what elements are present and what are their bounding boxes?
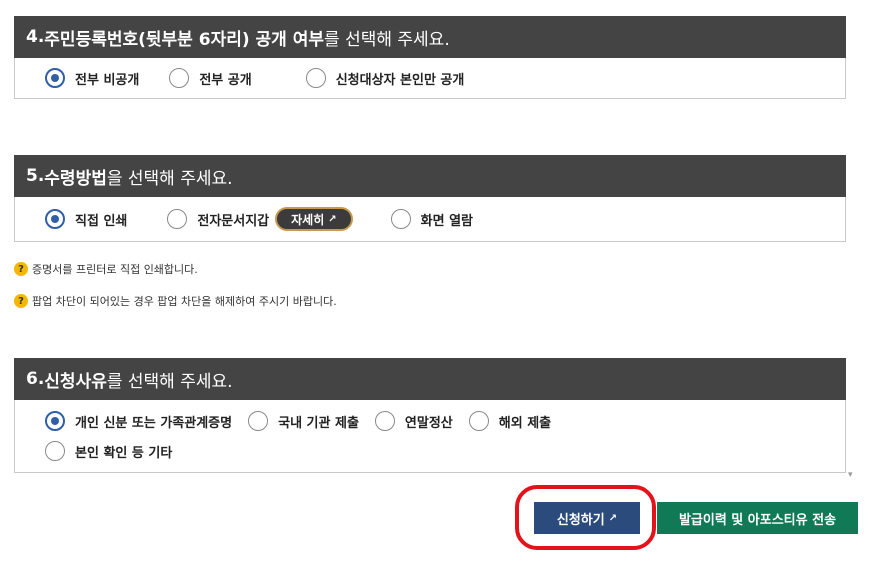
- radio-unchecked-icon[interactable]: [169, 68, 190, 88]
- section-5-title-rest: 을 선택해 주세요.: [106, 168, 233, 189]
- radio-option-direct-print[interactable]: 직접 인쇄: [45, 209, 127, 229]
- external-link-icon: ↗: [608, 512, 618, 524]
- option-label: 전자문서지갑: [197, 213, 270, 229]
- section-4-title-num: 4.: [26, 27, 45, 47]
- apply-button[interactable]: 신청하기 ↗: [534, 502, 640, 534]
- option-label: 화면 열람: [420, 213, 474, 229]
- radio-unchecked-icon[interactable]: [167, 209, 188, 229]
- radio-option-all-private[interactable]: 전부 비공개: [45, 68, 139, 88]
- radio-unchecked-icon[interactable]: [248, 411, 269, 431]
- radio-checked-icon[interactable]: [45, 68, 65, 88]
- section-6-options: 개인 신분 또는 가족관계증명 국내 기관 제출 연말정산 해외 제출 본인 확…: [14, 400, 846, 473]
- section-5-header: 5. 수령방법 을 선택해 주세요.: [14, 155, 846, 197]
- section-6-title-strong: 신청사유: [44, 371, 107, 392]
- radio-checked-icon[interactable]: [45, 209, 65, 229]
- question-icon: ?: [14, 262, 28, 276]
- radio-option-other[interactable]: 본인 확인 등 기타: [45, 441, 172, 461]
- apply-button-label: 신청하기: [556, 512, 605, 528]
- details-button-label: 자세히: [291, 212, 325, 227]
- section-application-reason: 6. 신청사유 를 선택해 주세요. 개인 신분 또는 가족관계증명 국내 기관…: [14, 358, 846, 473]
- radio-unchecked-icon[interactable]: [305, 68, 326, 88]
- section-5-title-strong: 수령방법: [44, 168, 107, 189]
- section-4-title-strong: 주민등록번호(뒷부분 6자리) 공개 여부: [44, 29, 325, 50]
- question-icon: ?: [14, 294, 28, 308]
- section-4-title-rest: 를 선택해 주세요.: [324, 29, 450, 50]
- radio-checked-icon[interactable]: [45, 411, 65, 431]
- option-label: 개인 신분 또는 가족관계증명: [75, 415, 233, 431]
- note-text: 증명서를 프린터로 직접 인쇄합니다.: [32, 263, 198, 276]
- section-5-options: 직접 인쇄 전자문서지갑 자세히 ↗ 화면 열람: [14, 197, 846, 242]
- section-4-header: 4. 주민등록번호(뒷부분 6자리) 공개 여부 를 선택해 주세요.: [14, 16, 846, 58]
- section-5-title-num: 5.: [26, 166, 45, 186]
- option-label: 해외 제출: [498, 415, 552, 431]
- option-label: 신청대상자 본인만 공개: [335, 72, 465, 88]
- radio-unchecked-icon[interactable]: [390, 209, 411, 229]
- option-label: 직접 인쇄: [75, 213, 128, 229]
- option-label: 연말정산: [404, 415, 453, 431]
- note-text: 팝업 차단이 되어있는 경우 팝업 차단을 해제하여 주시기 바랍니다.: [32, 295, 337, 308]
- radio-option-all-public[interactable]: 전부 공개: [169, 68, 252, 88]
- section-6-title-rest: 를 선택해 주세요.: [106, 371, 233, 392]
- section-ssn-disclosure: 4. 주민등록번호(뒷부분 6자리) 공개 여부 를 선택해 주세요. 전부 비…: [14, 16, 846, 99]
- section-6-title-num: 6.: [26, 369, 45, 389]
- section-6-header: 6. 신청사유 를 선택해 주세요.: [14, 358, 846, 400]
- info-note-print: ? 증명서를 프린터로 직접 인쇄합니다.: [14, 261, 198, 277]
- history-apostille-button[interactable]: 발급이력 및 아포스티유 전송: [657, 502, 858, 534]
- option-label: 전부 공개: [199, 72, 252, 88]
- radio-option-identity-family[interactable]: 개인 신분 또는 가족관계증명: [45, 411, 232, 431]
- section-4-options: 전부 비공개 전부 공개 신청대상자 본인만 공개: [14, 58, 846, 99]
- radio-option-e-wallet[interactable]: 전자문서지갑: [167, 209, 269, 229]
- radio-option-domestic-agency[interactable]: 국내 기관 제출: [248, 411, 359, 431]
- radio-unchecked-icon[interactable]: [468, 411, 489, 431]
- option-label: 국내 기관 제출: [278, 415, 359, 431]
- option-label: 전부 비공개: [75, 72, 140, 88]
- details-button[interactable]: 자세히 ↗: [275, 207, 353, 231]
- section-receipt-method: 5. 수령방법 을 선택해 주세요. 직접 인쇄 전자문서지갑 자세히 ↗ 화면…: [14, 155, 846, 242]
- option-label: 본인 확인 등 기타: [75, 445, 173, 461]
- info-note-popup: ? 팝업 차단이 되어있는 경우 팝업 차단을 해제하여 주시기 바랍니다.: [14, 293, 337, 309]
- radio-option-year-end-tax[interactable]: 연말정산: [374, 411, 453, 431]
- radio-unchecked-icon[interactable]: [45, 441, 65, 461]
- history-button-label: 발급이력 및 아포스티유 전송: [678, 512, 837, 528]
- radio-option-screen-view[interactable]: 화면 열람: [390, 209, 474, 229]
- radio-option-overseas[interactable]: 해외 제출: [468, 411, 552, 431]
- external-link-icon: ↗: [328, 213, 337, 225]
- scroll-down-arrow-icon[interactable]: ▾: [848, 470, 853, 480]
- radio-option-self-only[interactable]: 신청대상자 본인만 공개: [305, 68, 465, 88]
- radio-unchecked-icon[interactable]: [374, 411, 395, 431]
